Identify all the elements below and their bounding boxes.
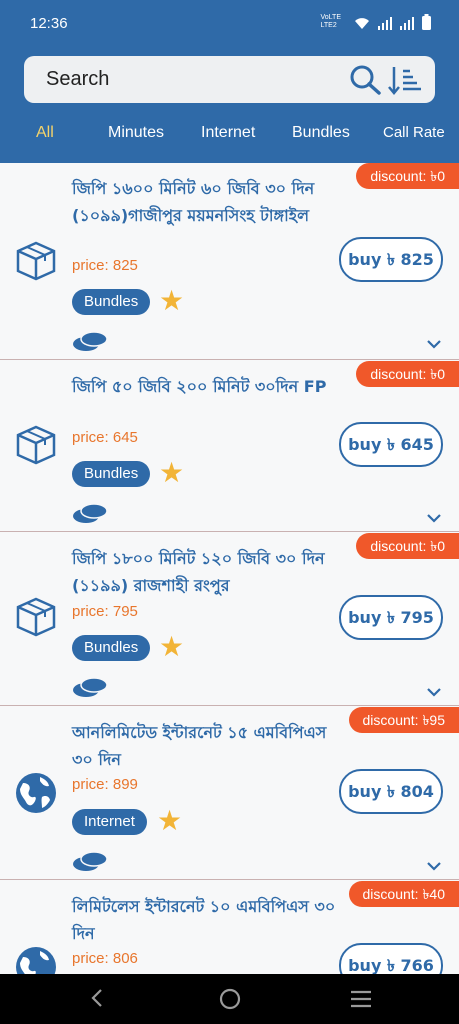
system-nav-bar — [0, 974, 459, 1024]
chevron-down-icon[interactable] — [427, 861, 441, 871]
category-tag: Bundles — [72, 289, 151, 315]
signal-icon — [378, 17, 392, 30]
recent-apps-icon[interactable] — [350, 990, 372, 1008]
star-icon[interactable]: ★ — [159, 633, 184, 661]
buy-button[interactable]: buy ৳ 795 — [339, 595, 443, 640]
offer-price: price: 899 — [72, 776, 138, 793]
wifi-icon — [355, 18, 369, 29]
category-tabs: All Minutes Internet Bundles Call Rate — [0, 124, 459, 152]
app-header: Search All Minutes Internet Bundles Call… — [0, 46, 459, 163]
offer-card[interactable]: discount: ৳0 জিপি ১৮০০ মিনিট ১২০ জিবি ৩০… — [0, 533, 459, 706]
chevron-down-icon[interactable] — [427, 687, 441, 697]
category-tag: Internet — [72, 809, 147, 835]
offer-title: জিপি ১৬০০ মিনিট ৬০ জিবি ৩০ দিন (১০৯৯)গাজ… — [72, 179, 315, 225]
sort-icon[interactable] — [388, 65, 422, 95]
star-icon[interactable]: ★ — [159, 459, 184, 487]
search-input[interactable]: Search — [46, 68, 109, 91]
status-time: 12:36 — [30, 15, 68, 32]
status-icons — [354, 14, 431, 30]
offer-title: লিমিটলেস ইন্টারনেট ১০ এমবিপিএস ৩০ দিন — [72, 897, 336, 943]
offer-title: জিপি ৫০ জিবি ২০০ মিনিট ৩০দিন FP — [72, 377, 327, 396]
globe-icon — [16, 773, 56, 813]
offer-list[interactable]: discount: ৳0 জিপি ১৬০০ মিনিট ৬০ জিবি ৩০ … — [0, 163, 459, 974]
buy-button[interactable]: buy ৳ 766 — [339, 943, 443, 974]
star-icon[interactable]: ★ — [157, 807, 182, 835]
tab-bundles[interactable]: Bundles — [292, 124, 350, 142]
search-icon[interactable] — [350, 65, 382, 95]
search-bar[interactable]: Search — [24, 56, 435, 103]
signal-icon-2 — [400, 17, 414, 30]
offer-card[interactable]: discount: ৳40 লিমিটলেস ইন্টারনেট ১০ এমবি… — [0, 881, 459, 974]
globe-icon — [16, 947, 56, 974]
box-icon — [16, 597, 56, 637]
battery-icon — [422, 14, 431, 30]
coins-icon — [73, 851, 108, 871]
discount-badge: discount: ৳40 — [348, 881, 459, 907]
offer-price: price: 795 — [72, 603, 138, 620]
offer-price: price: 825 — [72, 257, 138, 274]
network-lte: LTE2 — [320, 22, 337, 29]
chevron-down-icon[interactable] — [427, 339, 441, 349]
discount-badge: discount: ৳0 — [356, 361, 459, 387]
offer-card[interactable]: discount: ৳0 জিপি ৫০ জিবি ২০০ মিনিট ৩০দি… — [0, 361, 459, 532]
discount-badge: discount: ৳95 — [348, 707, 459, 733]
star-icon[interactable]: ★ — [159, 287, 184, 315]
buy-button[interactable]: buy ৳ 804 — [339, 769, 443, 814]
tab-minutes[interactable]: Minutes — [108, 124, 164, 142]
offer-card[interactable]: discount: ৳0 জিপি ১৬০০ মিনিট ৬০ জিবি ৩০ … — [0, 163, 459, 360]
network-volte: VoLTE — [320, 14, 342, 21]
network-type: VoLTE LTE2 — [321, 14, 342, 30]
coins-icon — [73, 503, 108, 523]
discount-badge: discount: ৳0 — [356, 533, 459, 559]
back-icon[interactable] — [88, 986, 106, 1010]
status-bar: 12:36 VoLTE LTE2 — [0, 0, 459, 46]
offer-price: price: 806 — [72, 950, 138, 967]
coins-icon — [73, 331, 108, 351]
category-tag: Bundles — [72, 461, 151, 487]
home-icon[interactable] — [219, 988, 241, 1010]
offer-price: price: 645 — [72, 429, 138, 446]
buy-button[interactable]: buy ৳ 645 — [339, 422, 443, 467]
box-icon — [16, 425, 56, 465]
tab-call-rate[interactable]: Call Rate — [383, 124, 445, 141]
tab-internet[interactable]: Internet — [201, 124, 255, 142]
offer-title: জিপি ১৮০০ মিনিট ১২০ জিবি ৩০ দিন (১১৯৯) র… — [72, 549, 325, 595]
category-tag: Bundles — [72, 635, 151, 661]
buy-button[interactable]: buy ৳ 825 — [339, 237, 443, 282]
box-icon — [16, 241, 56, 281]
chevron-down-icon[interactable] — [427, 513, 441, 523]
offer-title: আনলিমিটেড ইন্টারনেট ১৫ এমবিপিএস ৩০ দিন — [72, 723, 327, 769]
tab-all[interactable]: All — [36, 124, 54, 142]
offer-card[interactable]: discount: ৳95 আনলিমিটেড ইন্টারনেট ১৫ এমব… — [0, 707, 459, 880]
discount-badge: discount: ৳0 — [356, 163, 459, 189]
coins-icon — [73, 677, 108, 697]
